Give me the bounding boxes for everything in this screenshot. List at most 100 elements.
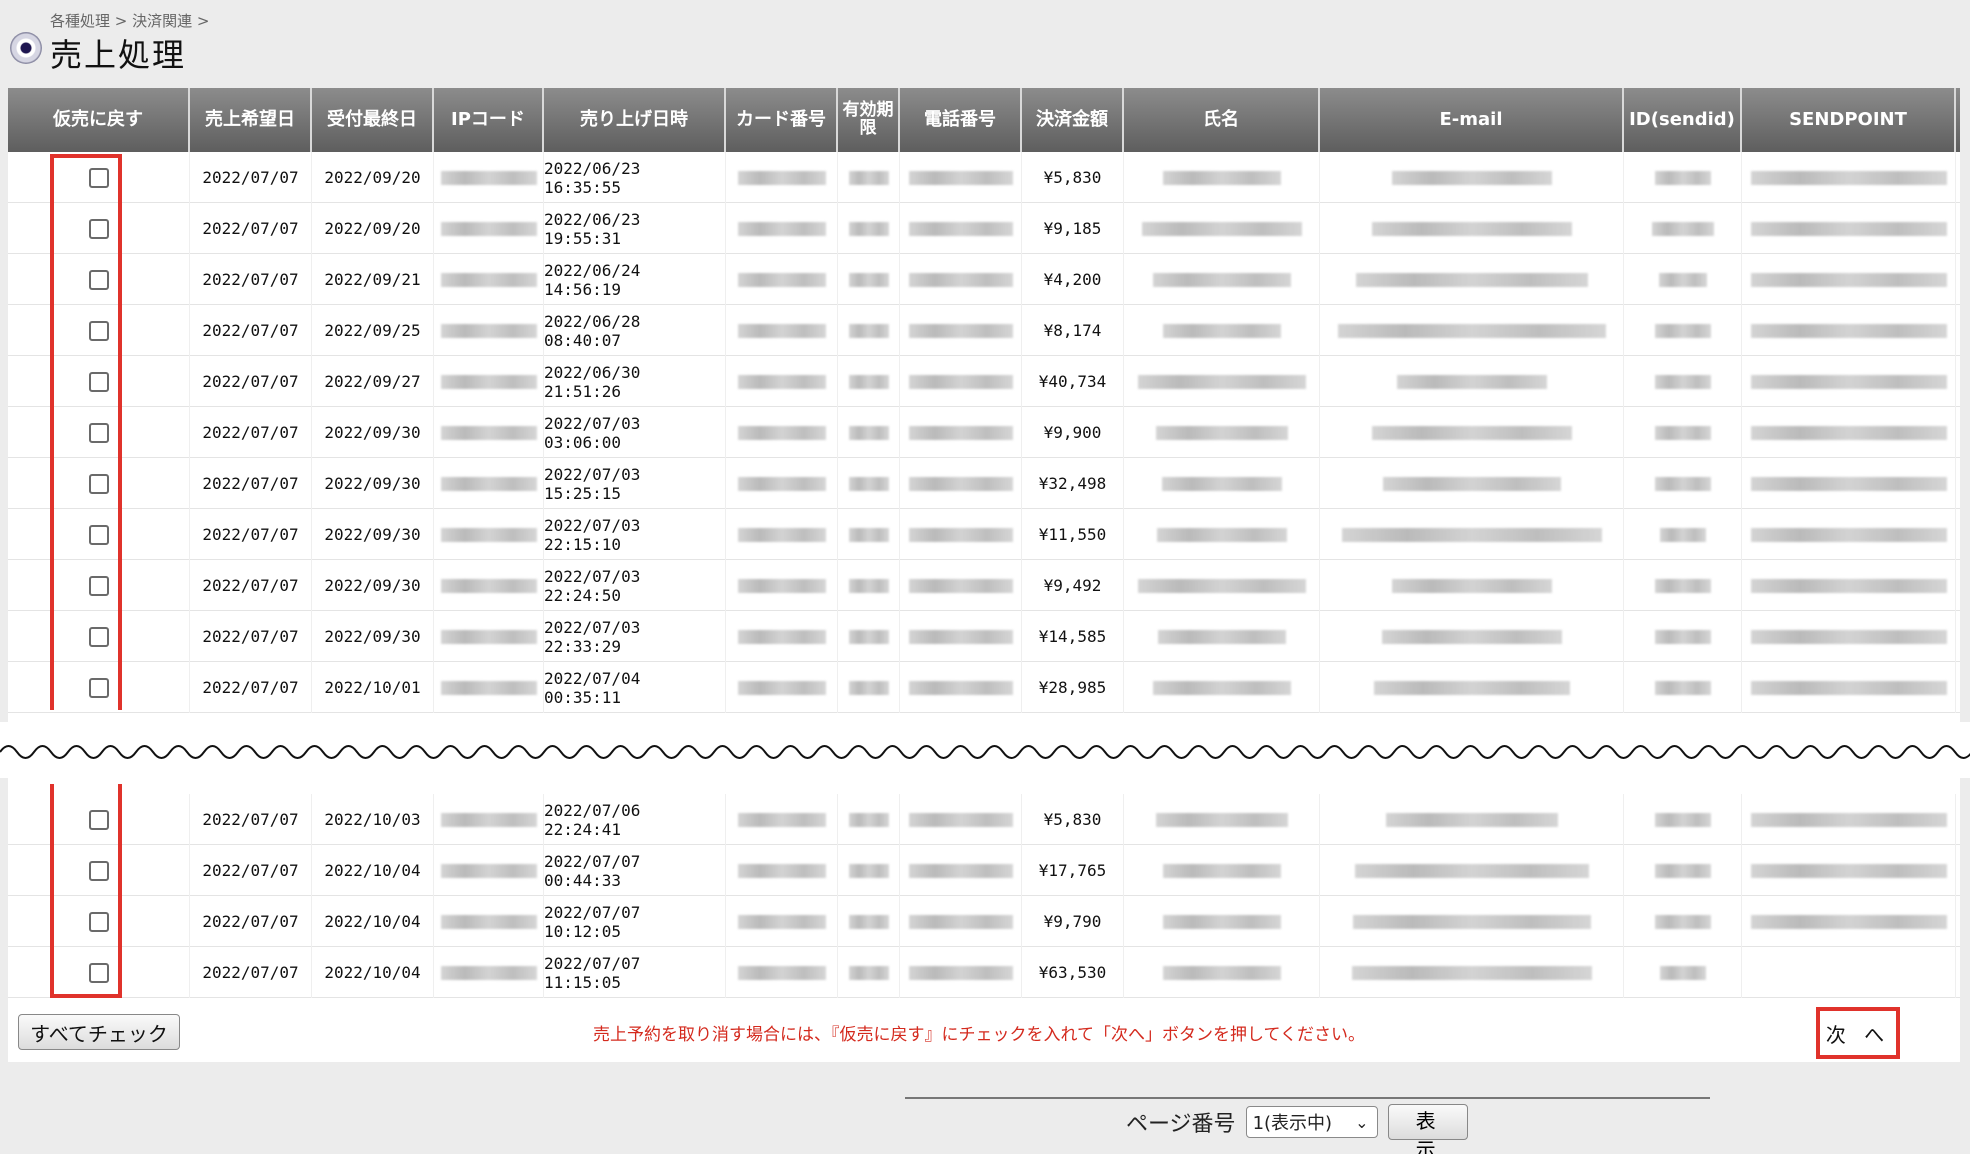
- redacted-value: [1750, 914, 1947, 929]
- cell-expiry-redacted: [838, 947, 900, 998]
- redacted-value: [440, 374, 537, 389]
- cell-expiry-redacted: [838, 896, 900, 947]
- column-header-sold_at: 売り上げ日時: [544, 88, 726, 152]
- cell-sendpoint-redacted: [1742, 305, 1956, 356]
- column-header-sale_date: 売上希望日: [190, 88, 312, 152]
- redacted-value: [1157, 629, 1286, 644]
- table-row: 2022/07/07 2022/09/20 2022/06/23 16:35:55 ¥…: [8, 152, 1960, 203]
- cell-name-redacted: [1124, 407, 1320, 458]
- revert-checkbox[interactable]: [88, 422, 109, 443]
- revert-cell: [8, 560, 190, 611]
- redacted-value: [1654, 863, 1711, 878]
- cell-sale_date: 2022/07/07: [190, 947, 312, 998]
- cell-expiry-redacted: [838, 458, 900, 509]
- cell-name-redacted: [1124, 152, 1320, 203]
- show-page-button[interactable]: 表 示: [1387, 1104, 1468, 1154]
- revert-checkbox[interactable]: [88, 167, 109, 188]
- revert-checkbox[interactable]: [88, 962, 109, 983]
- table-body-top: 2022/07/07 2022/09/20 2022/06/23 16:35:55 ¥…: [8, 152, 1960, 713]
- revert-checkbox[interactable]: [88, 626, 109, 647]
- table-row: 2022/07/07 2022/09/30 2022/07/03 15:25:15 ¥…: [8, 458, 1960, 509]
- cell-ip-redacted: [434, 794, 544, 845]
- cell-amount: ¥28,985: [1022, 662, 1124, 713]
- redacted-value: [1137, 374, 1306, 389]
- revert-checkbox[interactable]: [88, 269, 109, 290]
- revert-checkbox[interactable]: [88, 575, 109, 596]
- redacted-value: [1750, 323, 1947, 338]
- redacted-value: [440, 323, 537, 338]
- cell-sendpoint-redacted: [1742, 947, 1956, 998]
- revert-cell: [8, 794, 190, 845]
- cell-amount: ¥9,900: [1022, 407, 1124, 458]
- revert-checkbox[interactable]: [88, 473, 109, 494]
- revert-cell: [8, 407, 190, 458]
- column-header-sendpoint: SENDPOINT: [1742, 88, 1956, 152]
- breadcrumb[interactable]: 各種処理 > 決済関連 >: [50, 10, 209, 31]
- redacted-value: [737, 170, 826, 185]
- redacted-value: [440, 629, 537, 644]
- cell-phone-redacted: [900, 407, 1022, 458]
- cell-expiry-redacted: [838, 356, 900, 407]
- next-button[interactable]: 次 へ: [1816, 1007, 1900, 1059]
- cell-sold_at: 2022/06/24 14:56:19: [544, 254, 726, 305]
- check-all-button[interactable]: すべてチェック: [18, 1014, 180, 1050]
- cell-amount: ¥5,830: [1022, 152, 1124, 203]
- cell-expiry-redacted: [838, 662, 900, 713]
- redacted-value: [1337, 323, 1606, 338]
- table-row: 2022/07/07 2022/09/30 2022/07/03 22:33:29 ¥…: [8, 611, 1960, 662]
- cell-sendid-redacted: [1624, 152, 1742, 203]
- cell-card-redacted: [726, 662, 838, 713]
- revert-checkbox[interactable]: [88, 860, 109, 881]
- revert-checkbox[interactable]: [88, 218, 109, 239]
- revert-checkbox[interactable]: [88, 320, 109, 341]
- cell-sendid-redacted: [1624, 509, 1742, 560]
- cell-email-redacted: [1320, 407, 1624, 458]
- redacted-value: [848, 221, 889, 236]
- redacted-value: [1654, 680, 1711, 695]
- revert-checkbox[interactable]: [88, 524, 109, 545]
- cell-card-redacted: [726, 254, 838, 305]
- cell-expiry-redacted: [838, 794, 900, 845]
- cell-card-redacted: [726, 152, 838, 203]
- column-header-name: 氏名: [1124, 88, 1320, 152]
- cell-deadline: 2022/10/04: [312, 896, 434, 947]
- cell-email-redacted: [1320, 560, 1624, 611]
- cell-ip-redacted: [434, 458, 544, 509]
- column-header-expiry: 有効期限: [838, 88, 900, 152]
- page-number-select[interactable]: 1(表示中) ⌄: [1245, 1106, 1378, 1138]
- cell-amount: ¥17,765: [1022, 845, 1124, 896]
- redacted-value: [737, 629, 826, 644]
- redacted-value: [1162, 323, 1281, 338]
- redacted-value: [1750, 578, 1947, 593]
- cell-amount: ¥32,498: [1022, 458, 1124, 509]
- cell-deadline: 2022/09/21: [312, 254, 434, 305]
- redacted-value: [848, 629, 889, 644]
- cell-expiry-redacted: [838, 407, 900, 458]
- cell-email-redacted: [1320, 305, 1624, 356]
- redacted-value: [440, 476, 537, 491]
- column-header-email: E-mail: [1320, 88, 1624, 152]
- cell-expiry-redacted: [838, 152, 900, 203]
- cell-sendid-redacted: [1624, 407, 1742, 458]
- cell-sale_date: 2022/07/07: [190, 509, 312, 560]
- cell-name-redacted: [1124, 662, 1320, 713]
- revert-checkbox[interactable]: [88, 911, 109, 932]
- cell-email-redacted: [1320, 611, 1624, 662]
- cell-sendid-redacted: [1624, 458, 1742, 509]
- redacted-value: [848, 527, 889, 542]
- redacted-value: [848, 914, 889, 929]
- revert-checkbox[interactable]: [88, 677, 109, 698]
- sales-table: 仮売に戻す 売上希望日 受付最終日 IPコード 売り上げ日時 カード番号 有効期限 電話番号決…: [0, 88, 1970, 1062]
- revert-cell: [8, 896, 190, 947]
- column-header-deadline: 受付最終日: [312, 88, 434, 152]
- page-header: 各種処理 > 決済関連 > 売上処理: [6, 6, 606, 76]
- cell-email-redacted: [1320, 896, 1624, 947]
- redacted-value: [737, 578, 826, 593]
- cell-sold_at: 2022/07/03 22:24:50: [544, 560, 726, 611]
- redacted-value: [440, 527, 537, 542]
- cell-expiry-redacted: [838, 203, 900, 254]
- revert-checkbox[interactable]: [88, 371, 109, 392]
- revert-checkbox[interactable]: [88, 809, 109, 830]
- cell-sold_at: 2022/07/03 15:25:15: [544, 458, 726, 509]
- cell-deadline: 2022/09/30: [312, 611, 434, 662]
